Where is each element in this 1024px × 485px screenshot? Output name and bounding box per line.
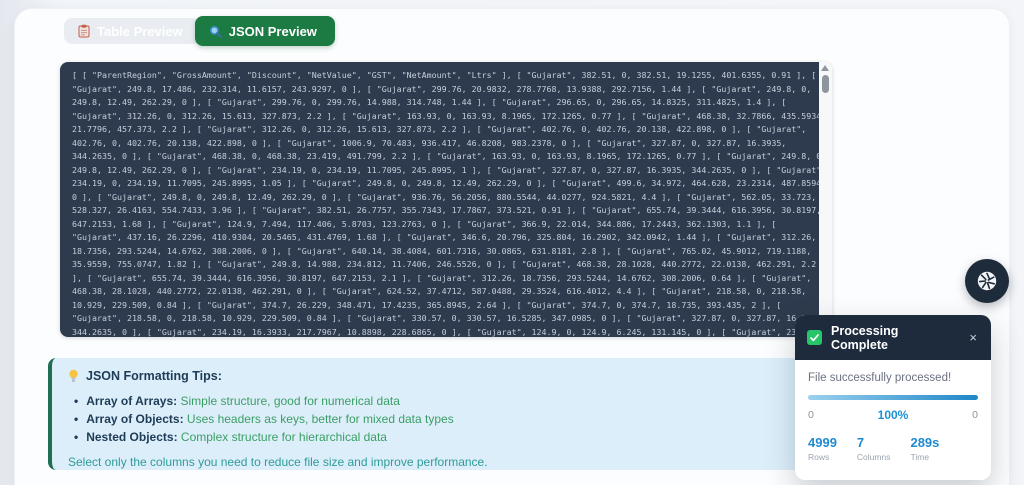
- json-line: 402.76, 0, 402.76, 20.138, 422.898, 0 ],…: [72, 137, 787, 148]
- stat-rows-label: Rows: [808, 452, 830, 462]
- json-line: 344.2635, 0 ], [ "Gujarat", 468.38, 0, 4…: [72, 151, 819, 161]
- json-code-block[interactable]: [ [ "ParentRegion", "GrossAmount", "Disc…: [60, 62, 819, 337]
- json-line: 528.327, 26.4163, 554.7433, 3.96 ], [ "G…: [72, 205, 819, 215]
- scrollbar-thumb[interactable]: [822, 75, 829, 93]
- check-square-icon: [807, 330, 822, 345]
- assistant-fab-button[interactable]: [965, 259, 1009, 303]
- stat-time: 289s Time: [910, 435, 939, 462]
- json-line: 647.2153, 1.68 ], [ "Gujarat", 124.9, 7.…: [72, 218, 777, 229]
- stat-rows: 4999 Rows: [808, 435, 837, 462]
- toast-body: File successfully processed! 0 100% 0 49…: [795, 360, 991, 462]
- magnifier-icon: [209, 25, 222, 38]
- shutter-icon: [976, 270, 998, 292]
- json-line: 18.7356, 293.5244, 14.6762, 308.2006, 0 …: [72, 245, 812, 256]
- tab-json-preview-label: JSON Preview: [228, 23, 317, 39]
- json-line: 468.38, 28.1028, 440.2772, 22.0138, 462.…: [72, 286, 807, 296]
- tab-table-preview-label: Table Preview: [97, 23, 183, 39]
- toast-stats: 4999 Rows 7 Columns 289s Time: [808, 435, 978, 462]
- json-line: [ [ "ParentRegion", "GrossAmount", "Disc…: [72, 70, 817, 80]
- json-line: 234.19, 0, 234.19, 11.7095, 245.8995, 1.…: [72, 178, 819, 188]
- stat-columns-value: 7: [856, 435, 865, 450]
- json-line: "Gujarat", 218.58, 0, 218.58, 10.929, 22…: [72, 313, 819, 323]
- json-line: 0 ], [ "Gujarat", 249.8, 0, 249.8, 12.49…: [72, 191, 817, 202]
- stat-time-label: Time: [910, 452, 930, 462]
- toast-message: File successfully processed!: [808, 372, 952, 384]
- stat-time-value: 289s: [910, 435, 940, 450]
- progress-labels: 0 100% 0: [808, 408, 978, 422]
- code-scrollbar[interactable]: [819, 62, 832, 337]
- json-line: 21.7796, 457.373, 2.2 ], [ "Gujarat", 31…: [72, 124, 807, 134]
- lightbulb-icon: [68, 369, 79, 383]
- json-line: 10.929, 229.509, 0.84 ], [ "Gujarat", 37…: [72, 299, 782, 310]
- scroll-up-arrow-icon[interactable]: [821, 65, 829, 71]
- progress-percent: 100%: [877, 408, 909, 422]
- close-icon[interactable]: ×: [967, 329, 979, 346]
- json-line: 249.8, 12.49, 262.29, 0 ], [ "Gujarat", …: [72, 164, 819, 175]
- json-line: 35.9559, 755.0747, 1.82 ], [ "Gujarat", …: [72, 259, 817, 269]
- json-preview-page: Table Preview JSON Preview [ [ "ParentRe…: [0, 0, 1024, 485]
- json-line: "Gujarat", 312.26, 0, 312.26, 15.613, 32…: [72, 110, 819, 121]
- progress-max: 0: [972, 409, 978, 421]
- tab-table-preview[interactable]: Table Preview: [64, 18, 201, 44]
- preview-tabbar: Table Preview JSON Preview: [64, 16, 335, 46]
- stat-columns: 7 Columns: [857, 435, 891, 462]
- toast-header: Processing Complete ×: [795, 315, 991, 360]
- json-line: ], [ "Gujarat", 655.74, 39.3444, 616.395…: [72, 272, 812, 283]
- tab-json-preview[interactable]: JSON Preview: [194, 16, 335, 46]
- json-line: "Gujarat", 249.8, 17.486, 232.314, 11.61…: [72, 83, 812, 94]
- json-preview-panel: [ [ "ParentRegion", "GrossAmount", "Disc…: [60, 62, 832, 337]
- processing-complete-toast: Processing Complete × File successfully …: [795, 315, 991, 480]
- json-line: "Gujarat", 437.16, 26.2296, 410.9304, 20…: [72, 232, 817, 242]
- json-line: 344.2635, 0 ], [ "Gujarat", 234.19, 16.3…: [72, 326, 817, 337]
- json-line: 249.8, 12.49, 262.29, 0 ], [ "Gujarat", …: [72, 97, 787, 107]
- stat-columns-label: Columns: [856, 452, 891, 462]
- stat-rows-value: 4999: [808, 435, 837, 450]
- toast-title: Processing Complete: [831, 323, 899, 352]
- progress-min: 0: [808, 409, 814, 421]
- tips-title: JSON Formatting Tips:: [86, 369, 222, 383]
- clipboard-icon: [78, 24, 90, 38]
- progress-bar: [808, 395, 978, 400]
